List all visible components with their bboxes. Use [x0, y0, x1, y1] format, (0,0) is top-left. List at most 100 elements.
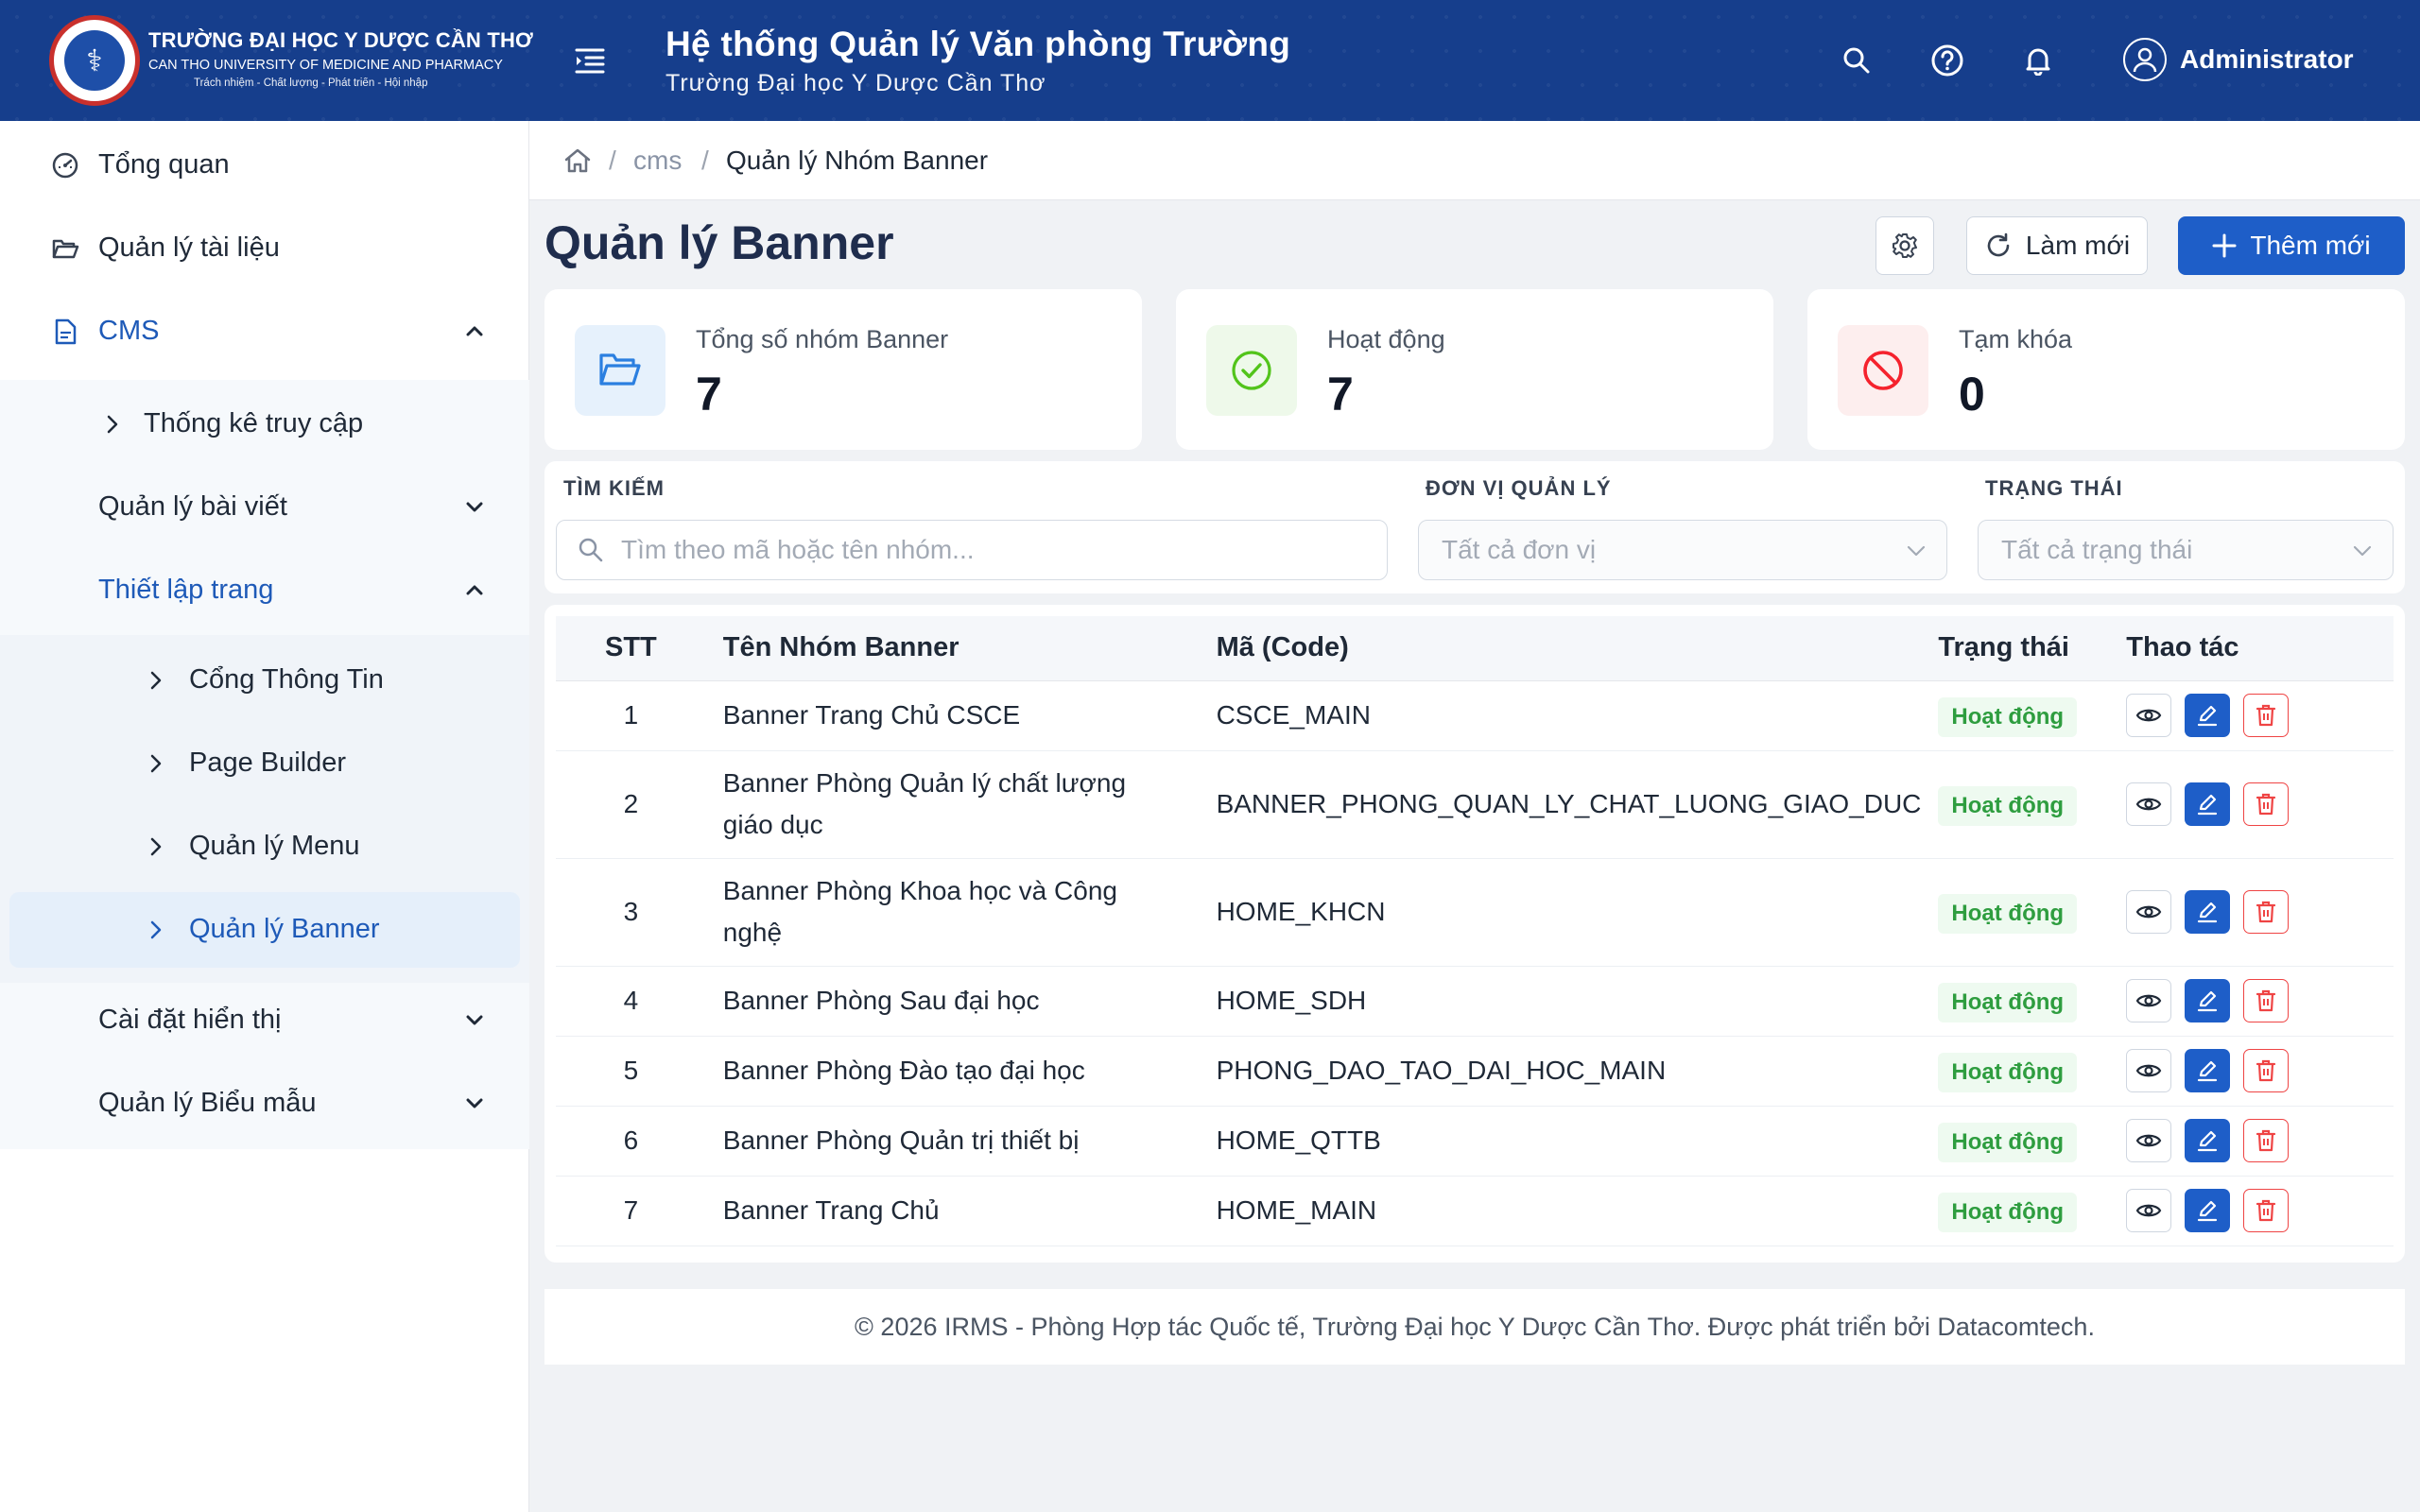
view-button[interactable] — [2126, 1119, 2172, 1162]
chevron-down-icon — [466, 1015, 483, 1025]
view-button[interactable] — [2126, 694, 2172, 737]
table-row[interactable]: 4 Banner Phòng Sau đại học HOME_SDH Hoạt… — [556, 966, 2394, 1037]
app-subtitle: Trường Đại học Y Dược Cần Thơ — [666, 70, 1046, 96]
sidebar-item-forms[interactable]: Quản lý Biểu mẫu — [0, 1061, 529, 1144]
status-badge: Hoạt động — [1938, 1052, 2078, 1092]
delete-button[interactable] — [2243, 694, 2290, 737]
cell-actions — [2109, 1106, 2394, 1177]
sidebar-item-articles[interactable]: Quản lý bài viết — [0, 465, 529, 548]
col-header-stt[interactable]: STT — [556, 616, 706, 681]
chevron-down-icon — [2353, 545, 2372, 557]
refresh-label: Làm mới — [2025, 231, 2131, 260]
sidebar-item-display-settings[interactable]: Cài đặt hiển thị — [0, 978, 529, 1061]
sidebar-item-page-builder[interactable]: Page Builder — [0, 721, 529, 804]
edit-button[interactable] — [2185, 1189, 2231, 1232]
edit-button[interactable] — [2185, 782, 2231, 826]
eye-icon — [2136, 1064, 2162, 1077]
table-row[interactable]: 3 Banner Phòng Khoa học và Công nghệ HOM… — [556, 858, 2394, 967]
sidebar-item-label: Quản lý Menu — [189, 830, 360, 861]
col-header-name[interactable]: Tên Nhóm Banner — [705, 616, 1200, 681]
unit-select[interactable]: Tất cả đơn vị — [1418, 520, 1947, 580]
edit-button[interactable] — [2185, 890, 2231, 934]
col-header-status[interactable]: Trạng thái — [1921, 616, 2110, 681]
cell-name: Banner Phòng Đào tạo đại học — [705, 1036, 1200, 1107]
breadcrumb-separator: / — [609, 146, 616, 175]
table-row[interactable]: 7 Banner Trang Chủ HOME_MAIN Hoạt động — [556, 1176, 2394, 1246]
sidebar-item-menu[interactable]: Quản lý Menu — [0, 804, 529, 887]
status-label: TRẠNG THÁI — [1985, 476, 2123, 500]
add-new-button[interactable]: Thêm mới — [2178, 216, 2405, 275]
header-help-button[interactable] — [1928, 42, 1966, 79]
cell-name: Banner Trang Chủ CSCE — [705, 680, 1200, 751]
status-badge: Hoạt động — [1938, 696, 2078, 737]
delete-button[interactable] — [2243, 1049, 2290, 1092]
sidebar-item-label: Quản lý bài viết — [98, 490, 287, 522]
dashboard-icon — [52, 152, 78, 179]
check-circle-icon — [1232, 351, 1271, 390]
cell-code: BANNER_PHONG_QUAN_LY_CHAT_LUONG_GIAO_DUC — [1199, 750, 1922, 859]
sidebar-item-page-setup[interactable]: Thiết lập trang — [0, 548, 529, 631]
status-badge: Hoạt động — [1938, 982, 2078, 1022]
col-header-code[interactable]: Mã (Code) — [1199, 616, 1922, 681]
sidebar-item-overview[interactable]: Tổng quan — [0, 123, 529, 206]
view-button[interactable] — [2126, 1049, 2172, 1092]
sidebar-item-portal[interactable]: Cổng Thông Tin — [0, 638, 529, 721]
delete-button[interactable] — [2243, 890, 2290, 934]
sidebar-item-label: Cài đặt hiển thị — [98, 1004, 282, 1035]
sidebar-item-label: Tổng quan — [98, 148, 230, 180]
eye-icon — [2136, 905, 2162, 919]
sidebar-item-label: Thiết lập trang — [98, 574, 274, 605]
view-button[interactable] — [2126, 890, 2172, 934]
delete-button[interactable] — [2243, 1119, 2290, 1162]
header-search-button[interactable] — [1838, 42, 1876, 79]
view-button[interactable] — [2126, 979, 2172, 1022]
filter-panel: TÌM KIẾM Tìm theo mã hoặc tên nhóm... ĐƠ… — [544, 461, 2405, 593]
sidebar-item-label: Thống kê truy cập — [144, 407, 364, 438]
status-badge: Hoạt động — [1938, 893, 2078, 934]
view-button[interactable] — [2126, 782, 2172, 826]
refresh-button[interactable]: Làm mới — [1966, 216, 2148, 275]
table-row[interactable]: 1 Banner Trang Chủ CSCE CSCE_MAIN Hoạt đ… — [556, 680, 2394, 751]
cell-status: Hoạt động — [1921, 680, 2110, 751]
edit-button[interactable] — [2185, 1049, 2231, 1092]
stat-icon-locked — [1838, 325, 1928, 416]
cell-name: Banner Phòng Khoa học và Công nghệ — [705, 858, 1200, 967]
table-row[interactable]: 5 Banner Phòng Đào tạo đại học PHONG_DAO… — [556, 1036, 2394, 1107]
breadcrumb-cms[interactable]: cms — [633, 146, 682, 176]
chevron-up-icon — [466, 326, 483, 336]
chevron-right-icon — [150, 671, 162, 690]
university-motto: Trách nhiệm - Chất lượng - Phát triển - … — [194, 77, 428, 89]
stat-label: Tổng số nhóm Banner — [696, 325, 949, 353]
trash-icon — [2256, 793, 2276, 816]
cell-stt: 1 — [556, 680, 706, 751]
edit-icon — [2198, 990, 2218, 1012]
delete-button[interactable] — [2243, 1189, 2290, 1232]
header-notification-button[interactable] — [2019, 42, 2057, 79]
sidebar-item-label: Quản lý Banner — [189, 913, 380, 944]
search-input[interactable]: Tìm theo mã hoặc tên nhóm... — [556, 520, 1388, 580]
sidebar-item-banner[interactable]: Quản lý Banner — [0, 887, 529, 971]
sidebar-item-cms[interactable]: CMS — [0, 289, 529, 372]
user-menu[interactable]: Administrator — [2123, 38, 2354, 81]
edit-button[interactable] — [2185, 1119, 2231, 1162]
university-logo[interactable]: ⚕ — [49, 15, 140, 106]
delete-button[interactable] — [2243, 782, 2290, 826]
status-select[interactable]: Tất cả trạng thái — [1978, 520, 2394, 580]
stat-value: 7 — [1327, 368, 1354, 421]
table-row[interactable]: 2 Banner Phòng Quản lý chất lượng giáo d… — [556, 750, 2394, 859]
view-button[interactable] — [2126, 1189, 2172, 1232]
university-name: TRƯỜNG ĐẠI HỌC Y DƯỢC CẦN THƠ — [148, 28, 534, 52]
app-header: ⚕ TRƯỜNG ĐẠI HỌC Y DƯỢC CẦN THƠ CAN THO … — [0, 0, 2420, 121]
chevron-up-icon — [466, 585, 483, 595]
university-name-en: CAN THO UNIVERSITY OF MEDICINE AND PHARM… — [148, 58, 503, 73]
delete-button[interactable] — [2243, 979, 2290, 1022]
edit-button[interactable] — [2185, 979, 2231, 1022]
breadcrumb-home[interactable] — [563, 147, 592, 179]
menu-toggle-button[interactable] — [571, 43, 609, 77]
sidebar-item-access-stats[interactable]: Thống kê truy cập — [0, 382, 529, 465]
edit-button[interactable] — [2185, 694, 2231, 737]
sidebar-item-documents[interactable]: Quản lý tài liệu — [0, 206, 529, 289]
trash-icon — [2256, 1129, 2276, 1152]
settings-button[interactable] — [1876, 216, 1934, 275]
table-row[interactable]: 6 Banner Phòng Quản trị thiết bị HOME_QT… — [556, 1106, 2394, 1177]
